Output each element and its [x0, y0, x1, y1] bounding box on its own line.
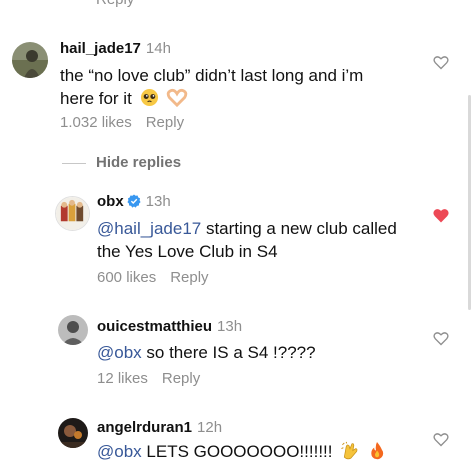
heart-icon[interactable] — [433, 432, 449, 447]
comment-body: LETS GOOOOOOO!!!!!!! — [141, 442, 333, 461]
comment-meta: hail_jade17 14h — [60, 40, 171, 57]
timestamp: 13h — [217, 318, 243, 335]
heart-hands-emoji — [166, 88, 188, 113]
timestamp: 14h — [145, 40, 171, 57]
mention-link[interactable]: @hail_jade17 — [97, 219, 201, 238]
comment-meta: ouicestmatthieu 13h — [97, 318, 242, 335]
likes-count[interactable]: 12 likes — [97, 370, 148, 387]
avatar-image-obx — [56, 197, 89, 230]
username[interactable]: angelrduran1 — [97, 419, 192, 436]
comment-meta: obx 13h — [97, 193, 171, 210]
comment-text: @obx so there IS a S4 !???? — [97, 341, 417, 364]
comment-actions: 600 likes Reply — [97, 269, 209, 286]
timestamp: 12h — [197, 419, 223, 436]
comment-actions: 1.032 likes Reply — [60, 114, 184, 131]
comment-text: @obx LETS GOOOOOOO!!!!!!! — [97, 440, 417, 466]
timestamp: 13h — [145, 193, 171, 210]
mention-link[interactable]: @obx — [97, 343, 142, 362]
username[interactable]: obx — [97, 193, 124, 210]
comment-body: so there IS a S4 !???? — [141, 343, 316, 362]
clapping-hands-emoji — [340, 441, 360, 466]
reply-button[interactable]: Reply — [146, 114, 184, 131]
avatar-image-ouicestmatthieu — [58, 315, 88, 345]
username[interactable]: ouicestmatthieu — [97, 318, 212, 335]
likes-count[interactable]: 600 likes — [97, 269, 156, 286]
verified-badge-icon — [127, 194, 141, 208]
avatar[interactable] — [58, 418, 88, 448]
avatar-image-angelrduran1 — [58, 418, 88, 448]
heart-icon[interactable] — [433, 331, 449, 346]
reply-button[interactable]: Reply — [170, 269, 208, 286]
divider-line — [62, 162, 86, 164]
mention-link[interactable]: @obx — [97, 442, 142, 461]
avatar[interactable] — [58, 315, 88, 345]
comment-text: the “no love club” didn’t last long and … — [60, 64, 400, 113]
reply-button-top[interactable]: Reply — [96, 0, 134, 8]
heart-icon-liked[interactable] — [433, 208, 449, 223]
comment-meta: angelrduran1 12h — [97, 419, 222, 436]
reply-button[interactable]: Reply — [162, 370, 200, 387]
username[interactable]: hail_jade17 — [60, 40, 141, 57]
hide-replies-label: Hide replies — [96, 154, 182, 171]
comment-body: the “no love club” didn’t last long and … — [60, 66, 364, 108]
avatar-image-hail-jade17 — [12, 42, 48, 78]
avatar[interactable] — [12, 42, 48, 78]
pleading-face-emoji — [140, 88, 159, 113]
likes-count[interactable]: 1.032 likes — [60, 114, 132, 131]
fire-emoji — [368, 441, 386, 466]
scrollbar[interactable] — [468, 95, 471, 310]
comment-text: @hail_jade17 starting a new club called … — [97, 217, 417, 263]
avatar[interactable] — [55, 196, 90, 231]
hide-replies-button[interactable]: Hide replies — [62, 154, 181, 171]
heart-icon[interactable] — [433, 55, 449, 70]
comment-actions: 12 likes Reply — [97, 370, 200, 387]
